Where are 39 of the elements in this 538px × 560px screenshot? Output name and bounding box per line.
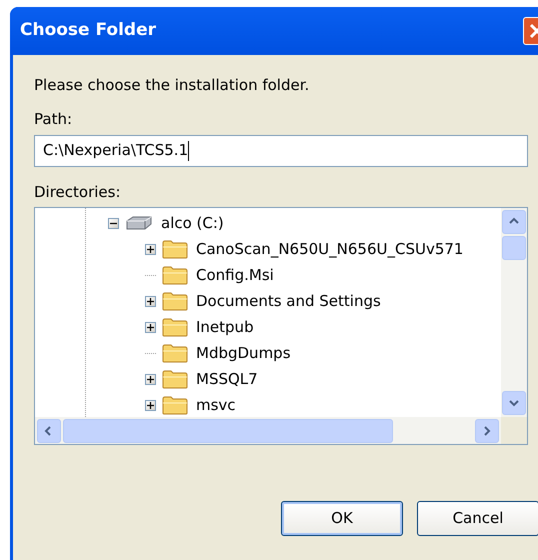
tree-item-label[interactable]: alco (C:) <box>159 212 226 234</box>
folder-icon <box>162 395 188 415</box>
tree-item-label[interactable]: MdbgDumps <box>194 342 293 364</box>
scroll-thumb[interactable] <box>502 236 526 260</box>
expand-box-icon[interactable] <box>145 374 156 384</box>
tree-item-label[interactable]: Config.Msi <box>194 264 276 286</box>
drive-icon <box>125 215 153 231</box>
tree-item-label[interactable]: Inetpub <box>194 316 256 338</box>
scroll-left-button[interactable] <box>37 418 61 442</box>
prompt-text: Please choose the installation folder. <box>34 75 310 96</box>
expand-box-icon[interactable] <box>145 400 156 410</box>
folder-icon <box>162 317 188 337</box>
expand-box-icon[interactable] <box>145 244 156 254</box>
window-title: Choose Folder <box>20 19 158 42</box>
horizontal-scrollbar[interactable] <box>35 417 501 444</box>
tree-item-label[interactable]: msvc <box>194 394 238 416</box>
path-value: C:\Nexperia\TCS5.1 <box>43 140 188 162</box>
folder-icon <box>162 369 188 389</box>
expand-box-icon[interactable] <box>145 296 156 306</box>
dialog-button[interactable]: OK <box>281 501 403 536</box>
path-label: Path: <box>34 109 74 130</box>
path-field[interactable]: C:\Nexperia\TCS5.1 <box>34 134 528 166</box>
scroll-up-button[interactable] <box>502 210 526 234</box>
dialog-button[interactable]: Cancel <box>417 501 538 536</box>
scroll-right-button[interactable] <box>475 418 499 442</box>
collapse-box-icon[interactable] <box>108 218 119 228</box>
directories-label: Directories: <box>34 182 122 202</box>
folder-icon <box>162 343 188 363</box>
folder-icon <box>162 291 188 311</box>
tree-item-label[interactable]: Documents and Settings <box>194 290 383 312</box>
tree-item-label[interactable]: MSSQL7 <box>194 368 260 390</box>
folder-icon <box>162 239 188 259</box>
expand-box-icon[interactable] <box>145 322 156 332</box>
folder-icon <box>162 265 188 285</box>
scroll-thumb[interactable] <box>63 418 393 442</box>
vertical-scrollbar[interactable] <box>501 208 527 417</box>
scroll-down-button[interactable] <box>502 391 526 415</box>
tree-item-label[interactable]: CanoScan_N650U_N656U_CSUv571 <box>194 238 466 260</box>
scrollbar-corner <box>501 417 527 444</box>
